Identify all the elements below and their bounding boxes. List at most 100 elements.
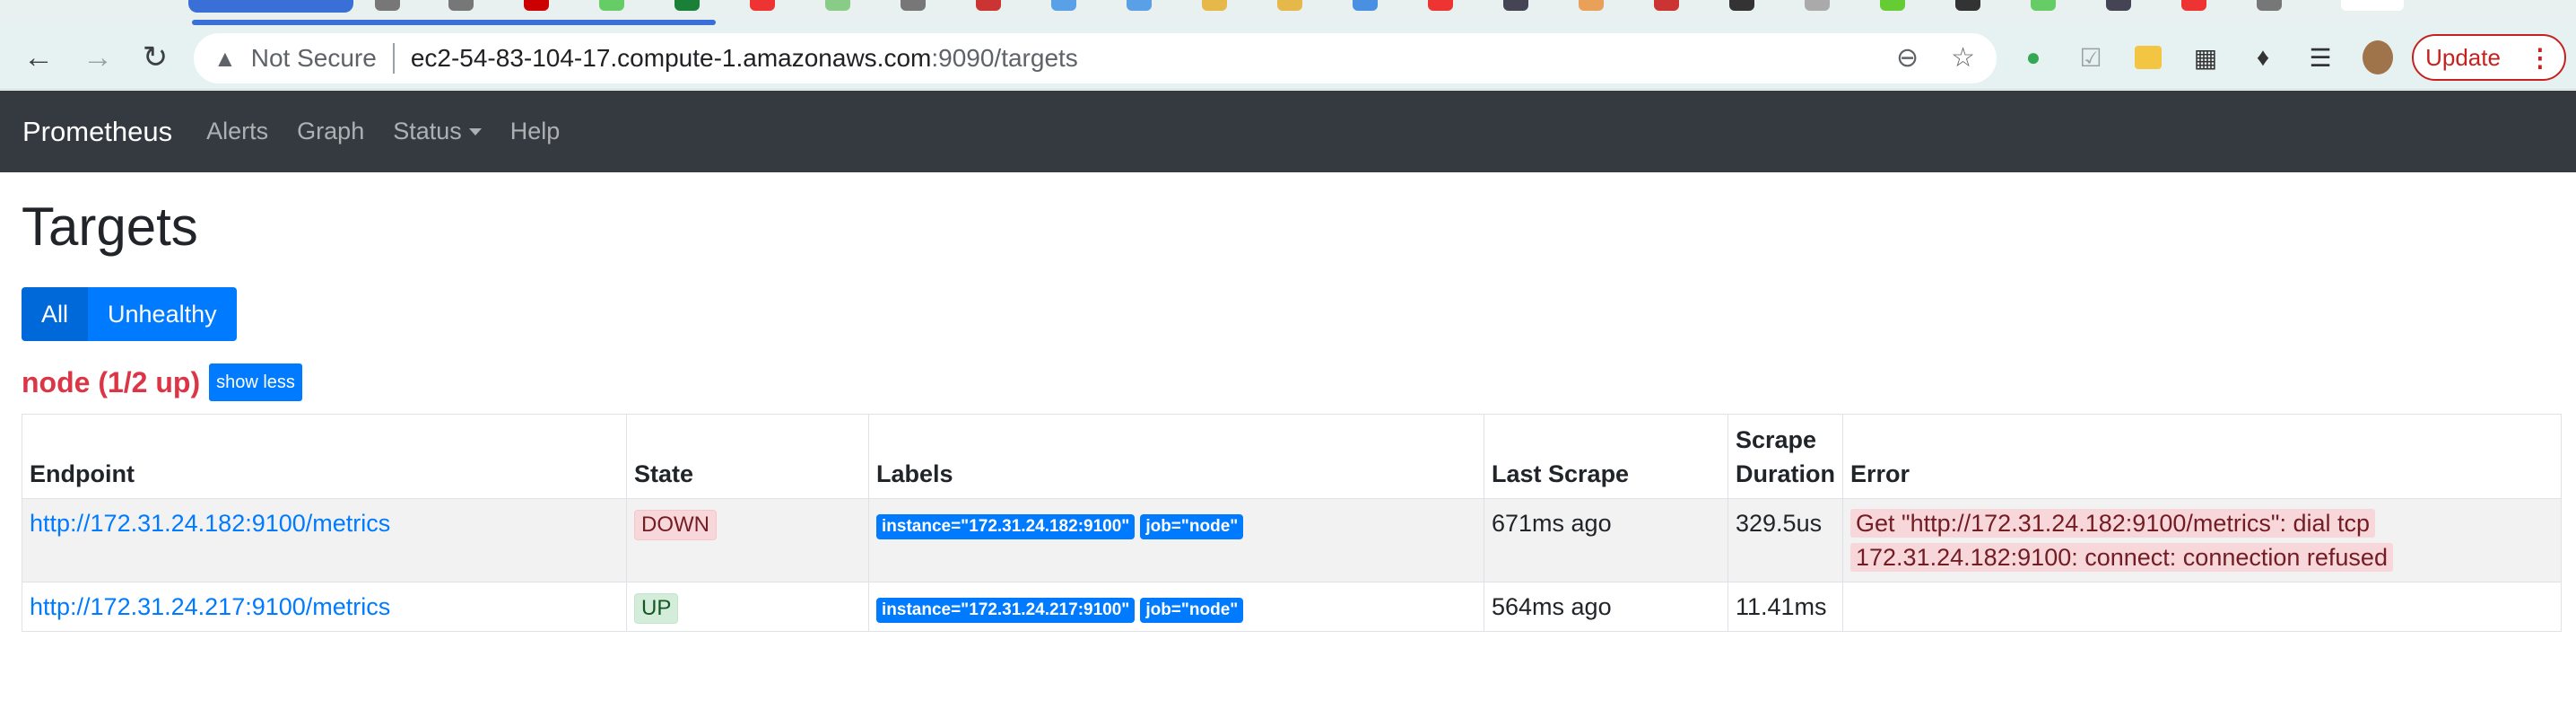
tab-favicon[interactable] bbox=[1428, 0, 1453, 11]
nav-alerts[interactable]: Alerts bbox=[206, 118, 268, 145]
header-labels: Labels bbox=[868, 414, 1484, 499]
tab-favicon[interactable] bbox=[1503, 0, 1528, 11]
tab-favicon[interactable] bbox=[524, 0, 549, 11]
more-icon: ⋮ bbox=[2527, 43, 2553, 72]
header-scrape-duration: Scrape Duration bbox=[1727, 414, 1843, 499]
extension-green-icon[interactable]: ● bbox=[2018, 42, 2049, 73]
error-cell: Get "http://172.31.24.182:9100/metrics":… bbox=[1842, 498, 2562, 582]
tab-favicon[interactable] bbox=[2106, 0, 2131, 11]
filter-all-button[interactable]: All bbox=[22, 287, 89, 341]
tab-favicon[interactable] bbox=[375, 0, 400, 11]
tab-favicon[interactable] bbox=[2257, 0, 2282, 11]
state-badge: UP bbox=[634, 593, 679, 624]
security-label: Not Secure bbox=[250, 44, 377, 72]
tab-favicon[interactable] bbox=[1805, 0, 1830, 11]
endpoint-cell: http://172.31.24.217:9100/metrics bbox=[22, 582, 627, 632]
tab-favicon[interactable] bbox=[750, 0, 775, 11]
header-error: Error bbox=[1842, 414, 2562, 499]
tab-favicon[interactable] bbox=[2031, 0, 2056, 11]
extension-yellow-icon[interactable] bbox=[2133, 42, 2163, 73]
prometheus-navbar: Prometheus Alerts Graph Status Help bbox=[0, 91, 2576, 172]
address-bar[interactable]: ▲ Not Secure ec2-54-83-104-17.compute-1.… bbox=[194, 33, 1997, 83]
forward-icon[interactable]: → bbox=[77, 37, 118, 78]
tab-favicon[interactable] bbox=[674, 0, 700, 11]
table-header-row: Endpoint State Labels Last Scrape Scrape… bbox=[22, 414, 2562, 499]
zoom-icon[interactable]: ⊖ bbox=[1896, 42, 1919, 74]
tab-favicon[interactable] bbox=[1729, 0, 1754, 11]
reading-list-icon[interactable]: ☰ bbox=[2305, 42, 2336, 73]
header-last-scrape: Last Scrape bbox=[1484, 414, 1728, 499]
job-title[interactable]: node (1/2 up) bbox=[22, 366, 200, 399]
nav-graph[interactable]: Graph bbox=[297, 118, 364, 145]
address-bar-actions: ⊖ ☆ bbox=[1896, 42, 1975, 74]
tab-group-underline bbox=[192, 20, 716, 25]
labels-cell: instance="172.31.24.217:9100" job="node" bbox=[868, 582, 1484, 632]
label-badge-job: job="node" bbox=[1140, 598, 1244, 623]
nav-help[interactable]: Help bbox=[510, 118, 561, 145]
tab-favicon[interactable] bbox=[2341, 0, 2404, 11]
chevron-down-icon bbox=[468, 127, 482, 136]
tab-favicon[interactable] bbox=[1127, 0, 1152, 11]
filter-unhealthy-button[interactable]: Unhealthy bbox=[88, 287, 237, 341]
error-cell bbox=[1842, 582, 2562, 632]
star-icon[interactable]: ☆ bbox=[1951, 42, 1975, 74]
show-less-button[interactable]: show less bbox=[209, 363, 302, 401]
error-message: Get "http://172.31.24.182:9100/metrics":… bbox=[1850, 509, 2393, 572]
endpoint-cell: http://172.31.24.182:9100/metrics bbox=[22, 498, 627, 582]
url-path: :9090/targets bbox=[931, 44, 1078, 72]
labels-cell: instance="172.31.24.182:9100" job="node" bbox=[868, 498, 1484, 582]
back-icon[interactable]: ← bbox=[18, 37, 59, 78]
state-badge: DOWN bbox=[634, 510, 717, 540]
qr-code-icon[interactable]: ▦ bbox=[2190, 42, 2221, 73]
endpoint-link[interactable]: http://172.31.24.182:9100/metrics bbox=[30, 510, 390, 537]
browser-tab-strip bbox=[0, 0, 2576, 26]
update-button[interactable]: Update ⋮ bbox=[2412, 34, 2566, 81]
header-endpoint: Endpoint bbox=[22, 414, 627, 499]
job-heading: node (1/2 up) show less bbox=[22, 363, 302, 401]
active-tab-group[interactable] bbox=[188, 0, 353, 13]
browser-toolbar: ← → ↻ ▲ Not Secure ec2-54-83-104-17.comp… bbox=[0, 26, 2576, 90]
tab-favicon[interactable] bbox=[2181, 0, 2206, 11]
last-scrape-cell: 564ms ago bbox=[1484, 582, 1728, 632]
tab-favicon[interactable] bbox=[1955, 0, 1980, 11]
navbar-links: Alerts Graph Status Help bbox=[192, 118, 574, 145]
header-state: State bbox=[626, 414, 869, 499]
tab-favicon[interactable] bbox=[599, 0, 624, 11]
nav-status[interactable]: Status bbox=[393, 118, 482, 145]
table-row: http://172.31.24.182:9100/metrics DOWN i… bbox=[22, 498, 2562, 582]
warning-icon: ▲ bbox=[213, 44, 237, 72]
update-label: Update bbox=[2425, 43, 2501, 71]
reload-icon[interactable]: ↻ bbox=[135, 37, 176, 78]
profile-avatar[interactable] bbox=[2363, 40, 2393, 74]
tab-favicon[interactable] bbox=[825, 0, 850, 11]
address-divider bbox=[392, 43, 395, 74]
scrape-duration-cell: 329.5us bbox=[1727, 498, 1843, 582]
label-badge-instance: instance="172.31.24.182:9100" bbox=[876, 514, 1136, 539]
label-badge-job: job="node" bbox=[1140, 514, 1244, 539]
tab-favicon[interactable] bbox=[1654, 0, 1679, 11]
page-title: Targets bbox=[22, 197, 198, 257]
tab-favicon[interactable] bbox=[1353, 0, 1378, 11]
targets-table: Endpoint State Labels Last Scrape Scrape… bbox=[22, 414, 2562, 632]
state-cell: DOWN bbox=[626, 498, 869, 582]
tab-favicon[interactable] bbox=[1051, 0, 1076, 11]
tab-favicon[interactable] bbox=[901, 0, 926, 11]
table-row: http://172.31.24.217:9100/metrics UP ins… bbox=[22, 582, 2562, 632]
last-scrape-cell: 671ms ago bbox=[1484, 498, 1728, 582]
tab-favicon[interactable] bbox=[976, 0, 1001, 11]
tab-favicon[interactable] bbox=[1277, 0, 1302, 11]
pocket-icon[interactable]: ☑ bbox=[2076, 42, 2106, 73]
scrape-duration-cell: 11.41ms bbox=[1727, 582, 1843, 632]
endpoint-link[interactable]: http://172.31.24.217:9100/metrics bbox=[30, 593, 390, 620]
tab-favicon[interactable] bbox=[1579, 0, 1604, 11]
tab-favicon[interactable] bbox=[1880, 0, 1905, 11]
puzzle-icon[interactable]: ♦ bbox=[2248, 42, 2278, 73]
tab-favicon[interactable] bbox=[448, 0, 474, 11]
tab-favicon[interactable] bbox=[1202, 0, 1227, 11]
nav-status-label: Status bbox=[393, 118, 462, 144]
navbar-brand[interactable]: Prometheus bbox=[22, 116, 172, 148]
state-cell: UP bbox=[626, 582, 869, 632]
target-filter-group: All Unhealthy bbox=[22, 287, 237, 341]
url-host: ec2-54-83-104-17.compute-1.amazonaws.com bbox=[410, 44, 932, 72]
label-badge-instance: instance="172.31.24.217:9100" bbox=[876, 598, 1136, 623]
